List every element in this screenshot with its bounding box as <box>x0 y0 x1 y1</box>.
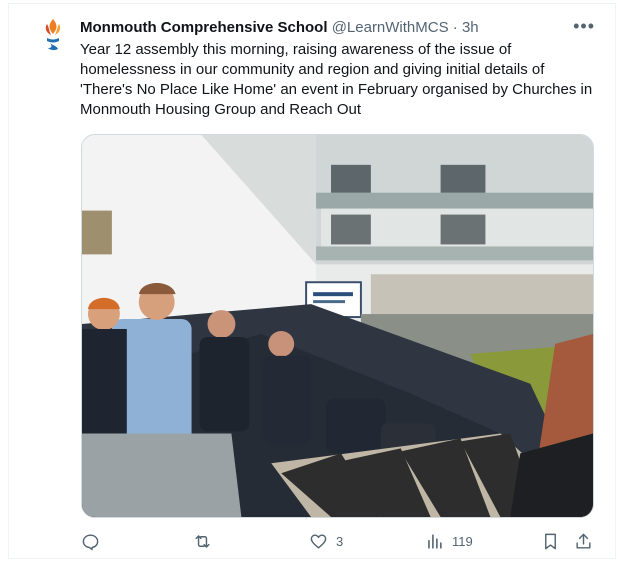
tweet-time[interactable]: 3h <box>462 19 479 36</box>
tweet-header: Monmouth Comprehensive School @LearnWith… <box>80 18 479 38</box>
retweet-icon <box>195 534 210 548</box>
more-options-button[interactable]: ••• <box>573 16 595 37</box>
heart-icon <box>310 533 327 549</box>
tweet-card[interactable]: Monmouth Comprehensive School @LearnWith… <box>8 3 616 559</box>
tweet-photo[interactable] <box>81 134 594 518</box>
tweet-text: Year 12 assembly this morning, raising a… <box>80 41 593 118</box>
author-handle[interactable]: @LearnWithMCS <box>332 19 449 36</box>
bookmark-icon <box>545 533 556 549</box>
reply-icon <box>82 533 99 550</box>
views-count: 119 <box>452 533 473 549</box>
meta-separator: · <box>452 19 458 36</box>
like-button[interactable]: 3 <box>309 530 343 552</box>
views-icon <box>428 533 442 549</box>
share-icon <box>576 533 591 549</box>
share-button[interactable] <box>574 530 593 552</box>
bookmark-button[interactable] <box>541 530 560 552</box>
like-count: 3 <box>336 533 344 549</box>
reply-button[interactable] <box>81 530 100 552</box>
school-logo-avatar[interactable] <box>33 16 73 56</box>
views-button[interactable]: 119 <box>425 530 473 552</box>
tweet-actions: 3 119 <box>81 530 601 554</box>
retweet-button[interactable] <box>193 530 212 552</box>
author-name[interactable]: Monmouth Comprehensive School <box>80 19 328 36</box>
